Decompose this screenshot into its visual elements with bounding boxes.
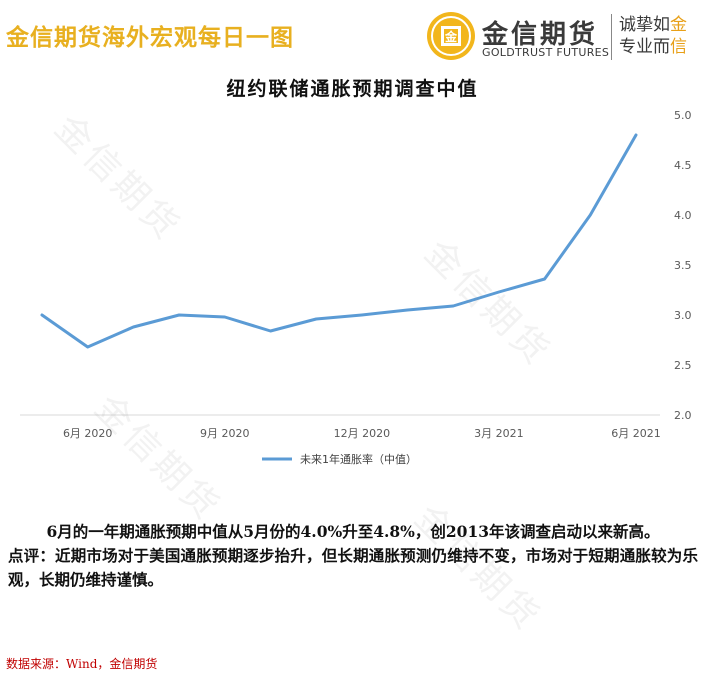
slogan-line1: 诚挚如 bbox=[619, 15, 670, 35]
y-tick-label: 3.5 bbox=[674, 259, 692, 272]
report-title: 金信期货海外宏观每日一图 bbox=[6, 24, 294, 51]
y-tick-label: 2.5 bbox=[674, 359, 692, 372]
x-tick-label: 12月 2020 bbox=[334, 427, 391, 440]
x-tick-label: 3月 2021 bbox=[474, 427, 524, 440]
description-block: 6月的一年期通胀预期中值从5月份的4.0%升至4.8%，创2013年该调查启动以… bbox=[8, 520, 698, 592]
line-chart: 2.0 2.5 3.0 3.5 4.0 4.5 5.0 6月 2020 9月 2020 12月 2… bbox=[20, 109, 692, 466]
logo-divider bbox=[611, 14, 612, 60]
description-summary: 6月的一年期通胀预期中值从5月份的4.0%升至4.8%，创2013年该调查启动以… bbox=[46, 522, 660, 541]
y-tick-label: 4.5 bbox=[674, 159, 692, 172]
logo-english-name: GOLDTRUST FUTURES bbox=[482, 46, 610, 59]
slogan: 诚挚如金 专业而信 bbox=[619, 14, 687, 58]
y-tick-label: 3.0 bbox=[674, 309, 692, 322]
x-tick-label: 6月 2020 bbox=[63, 427, 113, 440]
y-tick-label: 5.0 bbox=[674, 109, 692, 122]
data-source: 数据来源：Wind，金信期货 bbox=[6, 657, 158, 671]
report-header: 金信期货海外宏观每日一图 金 金信期货 GOLDTRUST FUTURES 诚挚… bbox=[0, 0, 705, 72]
coin-emblem-icon: 金 bbox=[427, 12, 475, 60]
x-tick-label: 9月 2020 bbox=[200, 427, 250, 440]
company-logo: 金 金信期货 GOLDTRUST FUTURES 诚挚如金 专业而信 bbox=[425, 10, 705, 66]
y-tick-label: 4.0 bbox=[674, 209, 692, 222]
slogan-line2: 专业而 bbox=[619, 37, 670, 57]
description-comment: 点评：近期市场对于美国通胀预期逐步抬升，但长期通胀预测仍维持不变，市场对于短期通… bbox=[8, 546, 698, 589]
emblem-character: 金 bbox=[444, 29, 458, 44]
x-tick-label: 6月 2021 bbox=[611, 427, 661, 440]
y-tick-label: 2.0 bbox=[674, 409, 692, 422]
slogan-line1-accent: 金 bbox=[670, 15, 687, 35]
chart-title: 纽约联储通胀预期调查中值 bbox=[226, 78, 479, 100]
legend-label: 未来1年通胀率（中值） bbox=[300, 452, 417, 466]
slogan-line2-accent: 信 bbox=[670, 37, 687, 57]
series-line bbox=[40, 133, 638, 349]
